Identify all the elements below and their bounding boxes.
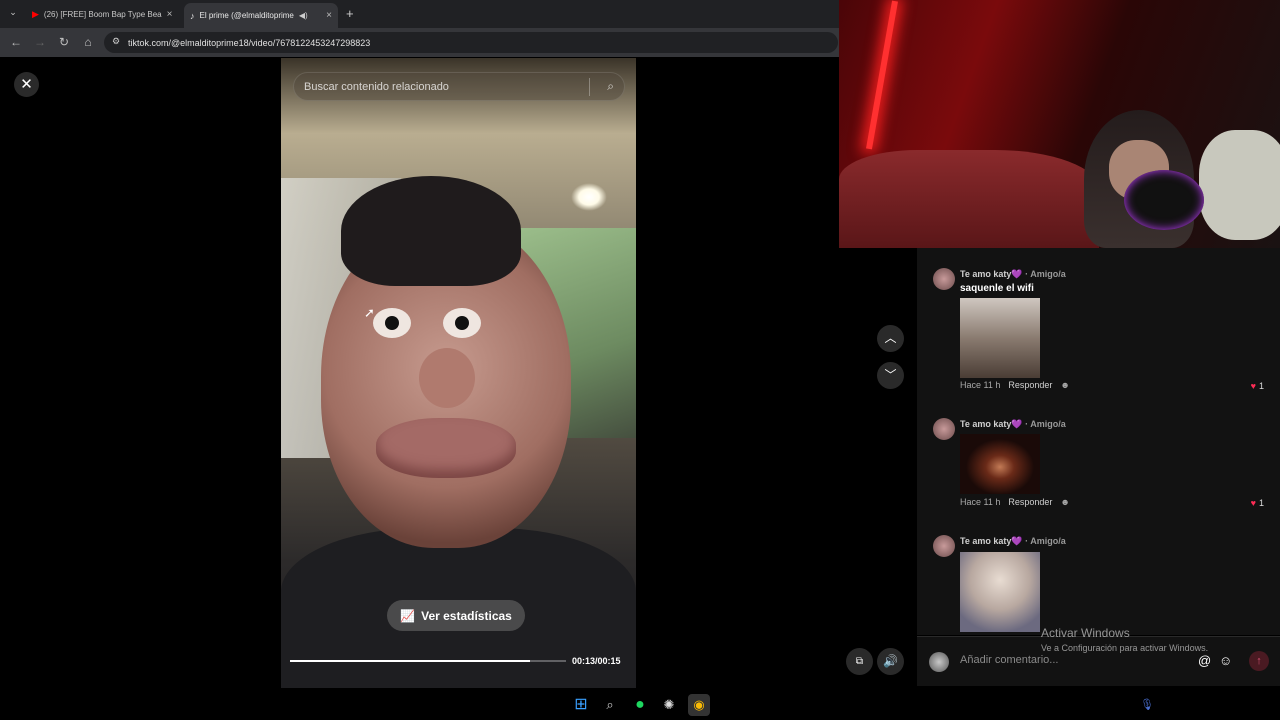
site-info-icon[interactable]: ⚙ bbox=[112, 36, 120, 47]
next-video-button[interactable]: ﹀ bbox=[877, 362, 904, 389]
bed bbox=[839, 150, 1099, 248]
comment-image[interactable] bbox=[960, 434, 1040, 494]
tab-list-dropdown-icon[interactable]: ⌄ bbox=[6, 7, 20, 21]
chatgpt-icon[interactable]: ✺ bbox=[658, 694, 680, 716]
heart-icon: ♥ bbox=[1250, 498, 1256, 508]
close-icon[interactable]: ✕ bbox=[14, 72, 39, 97]
view-stats-button[interactable]: 📈 Ver estadísticas bbox=[387, 600, 525, 631]
comment-time: Hace 11 h bbox=[960, 497, 1001, 507]
comment-text: saquenle el wifi bbox=[960, 283, 1034, 294]
browser-tab-bar: ⌄ ▶ (26) [FREE] Boom Bap Type Bea × ♪ El… bbox=[0, 0, 840, 28]
video-frame-lips bbox=[376, 418, 516, 478]
divider bbox=[589, 78, 590, 96]
video-frame-eye-right bbox=[443, 308, 481, 338]
user-avatar bbox=[929, 652, 949, 672]
video-progress-fill bbox=[290, 660, 531, 662]
like-count[interactable]: ♥ 1 bbox=[1251, 498, 1264, 508]
creator-like-icon: ☻ bbox=[1060, 497, 1070, 507]
video-frame-eye-left bbox=[373, 308, 411, 338]
tab-tiktok[interactable]: ♪ El prime (@elmalditoprime ◀) × bbox=[184, 3, 338, 28]
video-progress-bar[interactable] bbox=[290, 660, 566, 662]
tab-title: El prime (@elmalditoprime bbox=[199, 11, 294, 20]
windows-activation-watermark: Activar Windows Ve a Configuración para … bbox=[1041, 626, 1209, 653]
pillow bbox=[1199, 130, 1280, 240]
send-button[interactable]: ↑ bbox=[1249, 651, 1269, 671]
url-text: tiktok.com/@elmalditoprime18/video/76781… bbox=[128, 37, 371, 48]
microphone bbox=[1124, 170, 1204, 230]
taskbar: ⊞ ⌕ ● ✺ ◉ 🎙 bbox=[0, 688, 1280, 720]
comment-image[interactable] bbox=[960, 552, 1040, 632]
spotify-icon[interactable]: ● bbox=[629, 694, 651, 716]
comment-author[interactable]: Te amo katy💜 · Amigo/a bbox=[960, 269, 1066, 280]
close-tab-icon[interactable]: × bbox=[326, 10, 332, 21]
comment-meta: Hace 11 h Responder ☻ bbox=[960, 497, 1078, 507]
home-icon[interactable]: ⌂ bbox=[80, 34, 96, 50]
new-tab-button[interactable]: + bbox=[346, 6, 354, 21]
creator-like-icon: ☻ bbox=[1060, 380, 1070, 390]
webcam-overlay bbox=[839, 0, 1280, 248]
windows-start-icon[interactable]: ⊞ bbox=[570, 694, 592, 716]
chrome-icon[interactable]: ◉ bbox=[688, 694, 710, 716]
led-strip bbox=[866, 0, 898, 150]
heart-icon: ♥ bbox=[1250, 381, 1256, 391]
avatar[interactable] bbox=[933, 418, 955, 440]
comment-time: Hace 11 h bbox=[960, 380, 1001, 390]
back-icon[interactable]: ← bbox=[8, 34, 24, 50]
speaker-icon[interactable]: ◀) bbox=[299, 11, 308, 20]
tab-youtube[interactable]: ▶ (26) [FREE] Boom Bap Type Bea × bbox=[26, 4, 178, 24]
comment-author[interactable]: Te amo katy💜 · Amigo/a bbox=[960, 536, 1066, 547]
emoji-icon[interactable]: ☺ bbox=[1219, 653, 1232, 668]
avatar[interactable] bbox=[933, 535, 955, 557]
video-player[interactable] bbox=[281, 58, 636, 688]
close-tab-icon[interactable]: × bbox=[167, 9, 173, 20]
comment-image[interactable] bbox=[960, 298, 1040, 378]
chart-icon: 📈 bbox=[400, 608, 416, 623]
like-count[interactable]: ♥ 1 bbox=[1251, 381, 1264, 391]
youtube-icon: ▶ bbox=[32, 8, 39, 19]
video-frame-hair bbox=[341, 176, 521, 286]
forward-icon[interactable]: → bbox=[32, 34, 48, 50]
comment-meta: Hace 11 h Responder ☻ bbox=[960, 380, 1078, 390]
browser-toolbar: ← → ↻ ⌂ ⚙ tiktok.com/@elmalditoprime18/v… bbox=[0, 28, 840, 57]
previous-video-button[interactable]: ︿ bbox=[877, 325, 904, 352]
mention-icon[interactable]: @ bbox=[1198, 653, 1211, 668]
mouse-cursor-icon: ➚ bbox=[364, 305, 375, 320]
search-icon[interactable]: ⌕ bbox=[607, 79, 614, 94]
comment-author[interactable]: Te amo katy💜 · Amigo/a bbox=[960, 419, 1066, 430]
tab-title: (26) [FREE] Boom Bap Type Bea bbox=[43, 9, 162, 19]
pip-icon[interactable]: ⧉ bbox=[846, 648, 873, 675]
avatar[interactable] bbox=[933, 268, 955, 290]
reply-link[interactable]: Responder bbox=[1008, 380, 1052, 390]
stats-label: Ver estadísticas bbox=[421, 608, 512, 623]
search-placeholder: Buscar contenido relacionado bbox=[304, 80, 449, 93]
volume-icon[interactable]: 🔊 bbox=[877, 648, 904, 675]
related-search-input[interactable]: Buscar contenido relacionado ⌕ bbox=[293, 72, 625, 101]
video-frame-lamp bbox=[571, 183, 607, 211]
reply-link[interactable]: Responder bbox=[1008, 497, 1052, 507]
reload-icon[interactable]: ↻ bbox=[56, 34, 72, 50]
search-icon[interactable]: ⌕ bbox=[599, 694, 621, 716]
comments-panel: Te amo katy💜 · Amigo/a saquenle el wifi … bbox=[917, 248, 1280, 635]
address-bar[interactable]: ⚙ tiktok.com/@elmalditoprime18/video/767… bbox=[104, 32, 838, 53]
video-time: 00:13/00:15 bbox=[572, 656, 621, 666]
tiktok-icon: ♪ bbox=[190, 10, 195, 21]
video-frame-nose bbox=[419, 348, 475, 408]
microphone-icon[interactable]: 🎙 bbox=[1136, 694, 1158, 716]
comment-input[interactable]: Añadir comentario... bbox=[960, 654, 1058, 666]
